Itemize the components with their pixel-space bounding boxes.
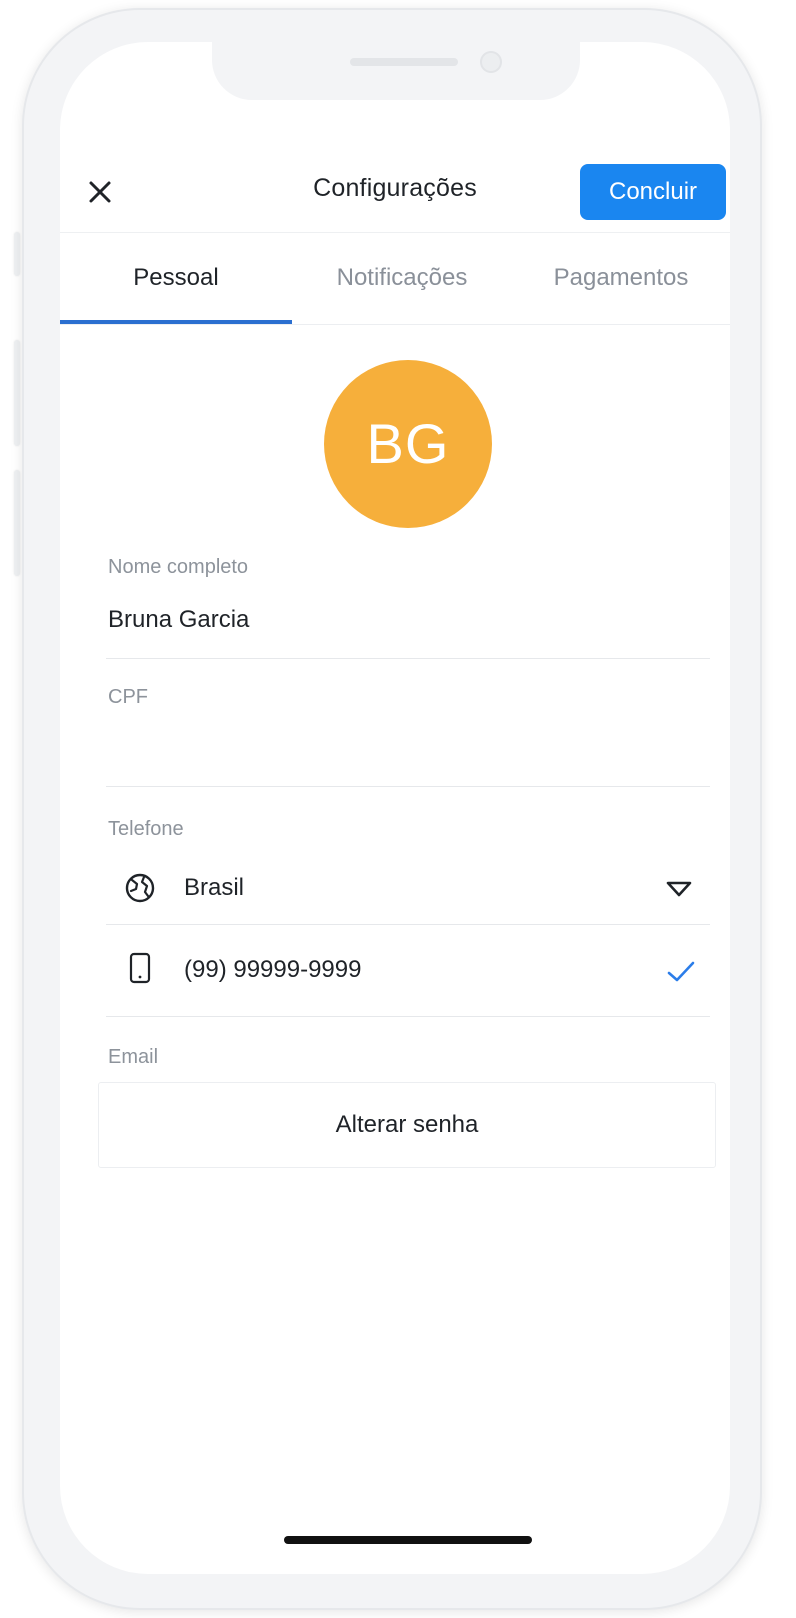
cpf-label: CPF bbox=[108, 686, 148, 708]
phone-notch bbox=[212, 42, 580, 100]
phone-number-row[interactable]: (99) 99999-9999 bbox=[106, 926, 710, 1016]
page-title: Configurações bbox=[313, 174, 477, 202]
triangle-down-icon bbox=[666, 881, 692, 897]
volume-down-button bbox=[14, 470, 20, 576]
name-divider bbox=[106, 658, 710, 659]
name-field[interactable] bbox=[108, 600, 708, 640]
phone-screen: Configurações Concluir Pessoal Notificaç… bbox=[60, 42, 730, 1574]
device-stage: Configurações Concluir Pessoal Notificaç… bbox=[0, 0, 796, 1618]
tabs-divider bbox=[60, 324, 730, 325]
settings-tabs: Pessoal Notificações Pagamentos bbox=[60, 234, 730, 324]
cpf-divider bbox=[106, 786, 710, 787]
close-icon bbox=[89, 181, 111, 203]
speaker-grille bbox=[350, 58, 458, 66]
name-label: Nome completo bbox=[108, 556, 249, 578]
check-icon bbox=[667, 961, 695, 982]
header-divider bbox=[60, 232, 730, 233]
mute-switch bbox=[14, 232, 20, 276]
home-indicator[interactable] bbox=[284, 1536, 532, 1544]
front-camera bbox=[480, 51, 502, 73]
country-value: Brasil bbox=[184, 874, 245, 901]
close-button[interactable] bbox=[82, 174, 118, 210]
change-password-button[interactable]: Alterar senha bbox=[98, 1082, 716, 1168]
tab-notifications[interactable]: Notificações bbox=[292, 234, 512, 324]
country-select[interactable]: Brasil bbox=[106, 854, 710, 924]
globe-icon bbox=[125, 873, 155, 903]
email-label: Email bbox=[108, 1046, 159, 1068]
avatar[interactable]: BG bbox=[324, 360, 492, 528]
volume-up-button bbox=[14, 340, 20, 446]
phone-icon bbox=[129, 952, 151, 984]
done-button[interactable]: Concluir bbox=[580, 164, 726, 220]
phone-divider bbox=[106, 1016, 710, 1017]
phone-number-value: (99) 99999-9999 bbox=[184, 956, 362, 983]
tab-personal[interactable]: Pessoal bbox=[60, 234, 292, 324]
country-divider bbox=[106, 924, 710, 925]
tab-payments[interactable]: Pagamentos bbox=[512, 234, 730, 324]
cpf-field[interactable] bbox=[108, 730, 708, 770]
phone-label: Telefone bbox=[108, 818, 184, 840]
